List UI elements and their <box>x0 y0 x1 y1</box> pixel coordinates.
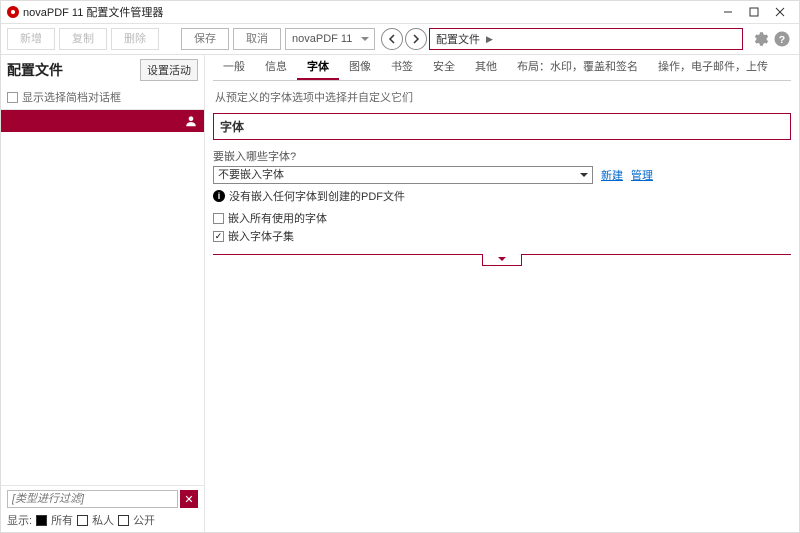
filter-input[interactable] <box>7 490 178 508</box>
profile-list-header[interactable] <box>1 110 204 132</box>
new-link[interactable]: 新建 <box>601 167 623 183</box>
title-bar: novaPDF 11 配置文件管理器 <box>1 1 799 23</box>
tab-fonts[interactable]: 字体 <box>297 55 339 80</box>
tab-other[interactable]: 其他 <box>465 55 507 80</box>
nav-forward-button[interactable] <box>405 28 427 50</box>
embed-all-label: 嵌入所有使用的字体 <box>228 210 327 226</box>
embed-info-text: 没有嵌入任何字体到创建的PDF文件 <box>229 188 405 204</box>
maximize-button[interactable] <box>741 3 767 21</box>
nav-back-button[interactable] <box>381 28 403 50</box>
save-button[interactable]: 保存 <box>181 28 229 50</box>
info-icon: i <box>213 190 225 202</box>
show-private-checkbox[interactable] <box>77 515 88 526</box>
tab-layout[interactable]: 布局：水印，覆盖和签名 <box>507 55 648 80</box>
delete-button[interactable]: 删除 <box>111 28 159 50</box>
embed-fonts-dropdown[interactable]: 不要嵌入字体 <box>213 166 593 184</box>
manage-link[interactable]: 管理 <box>631 167 653 183</box>
collapse-handle[interactable] <box>482 254 522 266</box>
breadcrumb-arrow-icon: ▶ <box>486 34 493 45</box>
show-all-label: 所有 <box>51 512 73 528</box>
sidebar: 配置文件 设置活动 显示选择简档对话框 ✕ 显示: 所有 私人 公开 <box>1 55 205 532</box>
sidebar-heading: 配置文件 <box>7 60 140 80</box>
clear-filter-button[interactable]: ✕ <box>180 490 198 508</box>
tab-description: 从预定义的字体选项中选择并自定义它们 <box>213 81 791 113</box>
embed-info: i 没有嵌入任何字体到创建的PDF文件 <box>213 188 791 204</box>
svg-text:?: ? <box>779 34 785 46</box>
cancel-button[interactable]: 取消 <box>233 28 281 50</box>
new-button[interactable]: 新增 <box>7 28 55 50</box>
settings-button[interactable] <box>749 28 771 50</box>
tab-general[interactable]: 一般 <box>213 55 255 80</box>
window-title: novaPDF 11 配置文件管理器 <box>23 4 163 20</box>
close-button[interactable] <box>767 3 793 21</box>
toolbar: 新增 复制 删除 保存 取消 novaPDF 11 配置文件 ▶ ? <box>1 23 799 55</box>
tab-security[interactable]: 安全 <box>423 55 465 80</box>
content-area: 一般 信息 字体 图像 书签 安全 其他 布局：水印，覆盖和签名 操作，电子邮件… <box>205 55 799 532</box>
embed-subset-label: 嵌入字体子集 <box>228 228 294 244</box>
set-active-button[interactable]: 设置活动 <box>140 59 198 81</box>
help-button[interactable]: ? <box>771 28 793 50</box>
breadcrumb[interactable]: 配置文件 ▶ <box>429 28 743 50</box>
show-select-dialog-checkbox[interactable] <box>7 92 18 103</box>
app-icon <box>7 6 19 18</box>
embed-which-label: 要嵌入哪些字体? <box>213 148 791 164</box>
tab-bookmarks[interactable]: 书签 <box>381 55 423 80</box>
embed-all-checkbox[interactable] <box>213 213 224 224</box>
show-select-dialog-label: 显示选择简档对话框 <box>22 89 121 105</box>
show-public-label: 公开 <box>133 512 155 528</box>
section-collapser <box>213 254 791 266</box>
show-all-radio[interactable] <box>36 515 47 526</box>
copy-button[interactable]: 复制 <box>59 28 107 50</box>
minimize-button[interactable] <box>715 3 741 21</box>
tab-info[interactable]: 信息 <box>255 55 297 80</box>
user-icon <box>184 114 198 128</box>
show-public-checkbox[interactable] <box>118 515 129 526</box>
show-private-label: 私人 <box>92 512 114 528</box>
profile-list <box>1 132 204 485</box>
section-header-fonts: 字体 <box>213 113 791 140</box>
tab-actions[interactable]: 操作，电子邮件，上传 <box>648 55 778 80</box>
tab-bar: 一般 信息 字体 图像 书签 安全 其他 布局：水印，覆盖和签名 操作，电子邮件… <box>213 55 791 81</box>
profile-select[interactable]: novaPDF 11 <box>285 28 375 50</box>
breadcrumb-text: 配置文件 <box>436 31 480 47</box>
embed-subset-checkbox[interactable] <box>213 231 224 242</box>
show-label: 显示: <box>7 512 32 528</box>
tab-graphics[interactable]: 图像 <box>339 55 381 80</box>
